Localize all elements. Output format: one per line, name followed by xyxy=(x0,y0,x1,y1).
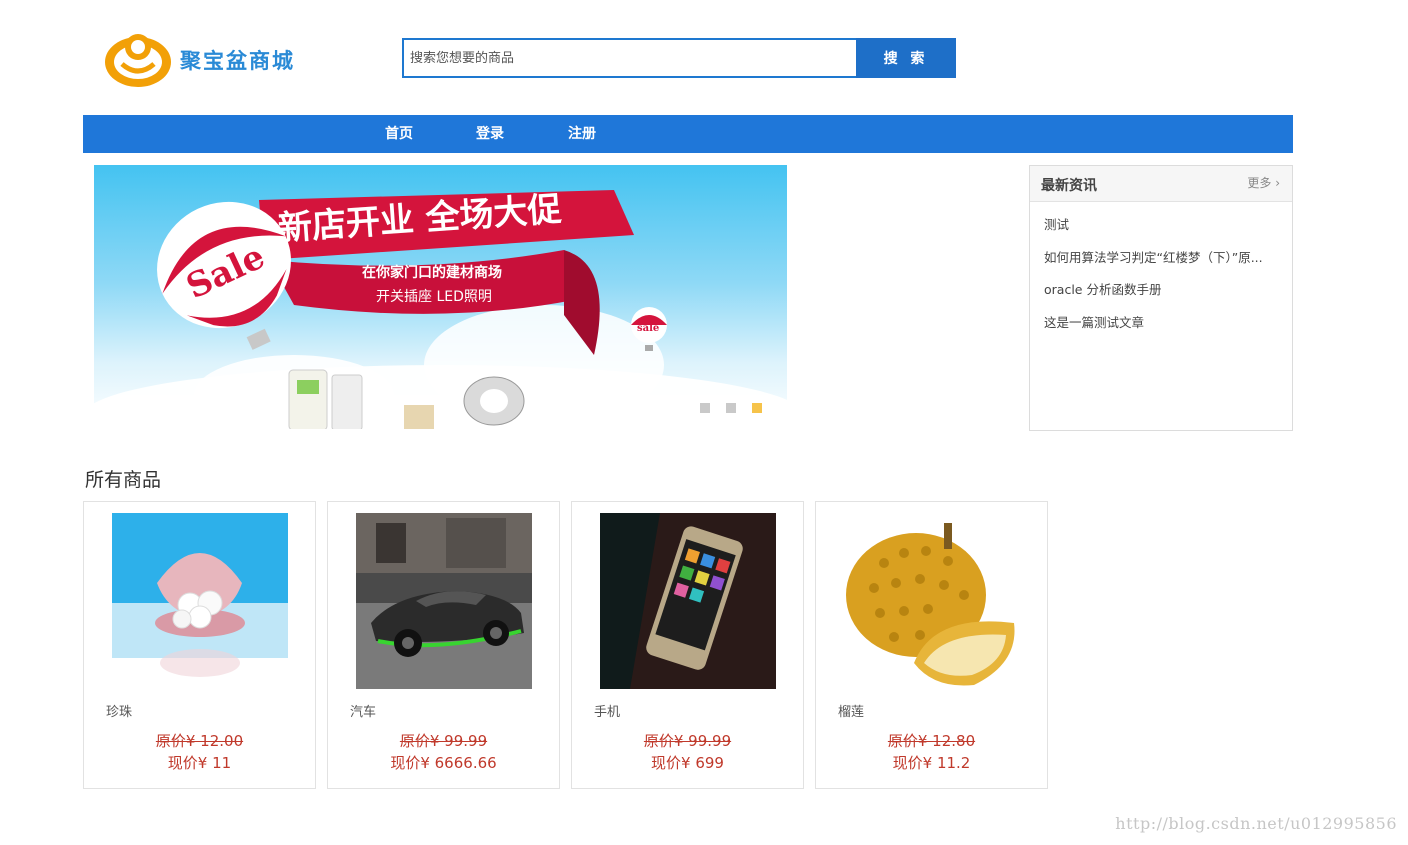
nav-item-login[interactable]: 登录 xyxy=(476,115,504,153)
svg-text:sale: sale xyxy=(637,323,659,334)
news-title: 最新资讯 xyxy=(1041,178,1097,194)
nav-item-home[interactable]: 首页 xyxy=(385,115,413,153)
product-card[interactable]: 珍珠 原价¥ 12.00 现价¥ 11 xyxy=(83,501,316,789)
current-price: 现价¥ 11.2 xyxy=(892,754,971,772)
nav-item-register[interactable]: 注册 xyxy=(568,115,596,153)
search-button[interactable]: 搜 索 xyxy=(856,38,956,78)
original-price: 原价¥ 12.00 xyxy=(155,732,244,750)
news-list: 测试 如何用算法学习判定“红楼梦（下）”原... oracle 分析函数手册 这… xyxy=(1030,202,1292,345)
product-card[interactable]: 汽车 原价¥ 99.99 现价¥ 6666.66 xyxy=(327,501,560,789)
banner-dots xyxy=(700,403,762,413)
news-item[interactable]: 这是一篇测试文章 xyxy=(1044,313,1282,346)
original-price: 原价¥ 12.80 xyxy=(887,732,976,750)
current-price: 现价¥ 6666.66 xyxy=(390,754,497,772)
pearl-image[interactable] xyxy=(112,513,288,689)
news-item[interactable]: 如何用算法学习判定“红楼梦（下）”原... xyxy=(1044,248,1282,281)
site-logo[interactable]: 聚宝盆商城 xyxy=(100,30,310,90)
product-card[interactable]: 榴莲 原价¥ 12.80 现价¥ 11.2 xyxy=(815,501,1048,789)
product-name[interactable]: 汽车 xyxy=(350,701,376,720)
car-image[interactable] xyxy=(356,513,532,689)
main-nav: 首页 登录 注册 xyxy=(83,115,1293,153)
news-item[interactable]: 测试 xyxy=(1044,215,1282,248)
logo-text: 聚宝盆商城 xyxy=(180,48,295,73)
current-price: 现价¥ 11 xyxy=(167,754,232,772)
product-name[interactable]: 珍珠 xyxy=(106,701,132,720)
banner-illustration: 新店开业 全场大促 在你家门口的建材商场 开关插座 LED照明 Sale sal… xyxy=(94,189,787,429)
banner-dot-1[interactable] xyxy=(700,403,710,413)
section-title: 所有商品 xyxy=(85,469,162,491)
news-item[interactable]: oracle 分析函数手册 xyxy=(1044,280,1282,313)
watermark: http://blog.csdn.net/u012995856 xyxy=(1115,814,1397,833)
banner-line1: 在你家门口的建材商场 xyxy=(362,264,502,281)
banner-dot-3[interactable] xyxy=(752,403,762,413)
banner-line2: 开关插座 LED照明 xyxy=(376,289,492,305)
banner-dot-2[interactable] xyxy=(726,403,736,413)
search-bar: 搜 索 xyxy=(402,38,956,78)
product-card[interactable]: 手机 原价¥ 99.99 现价¥ 699 xyxy=(571,501,804,789)
promo-banner[interactable]: 新店开业 全场大促 在你家门口的建材商场 开关插座 LED照明 Sale sal… xyxy=(94,165,787,429)
news-panel: 最新资讯 更多 › 测试 如何用算法学习判定“红楼梦（下）”原... oracl… xyxy=(1029,165,1293,431)
current-price: 现价¥ 699 xyxy=(651,754,724,772)
news-more-link[interactable]: 更多 › xyxy=(1247,174,1280,191)
original-price: 原价¥ 99.99 xyxy=(643,732,732,750)
phone-image[interactable] xyxy=(600,513,776,689)
chevron-right-icon: › xyxy=(1275,176,1280,190)
logo-icon xyxy=(105,34,171,87)
search-input[interactable] xyxy=(402,38,856,78)
product-name[interactable]: 榴莲 xyxy=(838,701,864,720)
durian-image[interactable] xyxy=(844,513,1020,689)
news-header: 最新资讯 更多 › xyxy=(1030,166,1292,202)
product-name[interactable]: 手机 xyxy=(594,701,620,720)
original-price: 原价¥ 99.99 xyxy=(399,732,488,750)
